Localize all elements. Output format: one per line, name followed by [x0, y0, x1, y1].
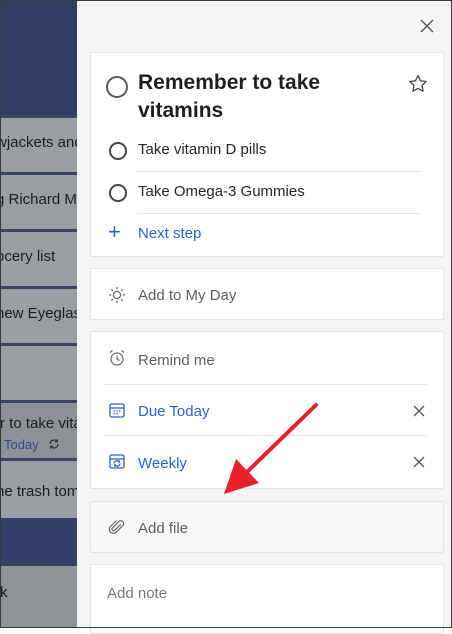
task-card: Remember to take vitamins Take vitamin D… — [90, 52, 444, 257]
remove-due-date-icon[interactable] — [409, 401, 429, 421]
list-item[interactable]: he trash tom — [0, 458, 77, 518]
list-item[interactable]: g Richard M — [0, 172, 77, 229]
step-checkbox[interactable] — [109, 142, 127, 160]
due-date-label: Due Today — [138, 403, 210, 420]
list-item-text: k — [0, 584, 8, 601]
remove-repeat-icon[interactable] — [409, 452, 429, 472]
next-step-button[interactable]: + Next step — [107, 221, 307, 247]
schedule-card: Remind me Due Today Weekly — [90, 331, 444, 489]
step-label[interactable]: Take Omega-3 Gummies — [138, 183, 305, 200]
alarm-clock-icon — [107, 348, 127, 368]
list-item[interactable] — [0, 343, 77, 400]
repeat-button[interactable]: Weekly — [91, 436, 391, 488]
list-item-text: new Eyeglass — [0, 305, 77, 322]
add-file-label: Add file — [138, 520, 189, 537]
list-item-text: ocery list — [0, 248, 56, 265]
star-icon[interactable] — [407, 73, 429, 95]
task-detail-pane: Remember to take vitamins Take vitamin D… — [77, 0, 452, 634]
list-item-due: Today — [4, 437, 60, 452]
complete-task-checkbox[interactable] — [106, 76, 128, 98]
list-item-text: he trash tom — [0, 483, 77, 500]
remind-me-label: Remind me — [138, 352, 215, 369]
due-text: Today — [4, 437, 39, 452]
note-placeholder: Add note — [107, 585, 168, 602]
step-label[interactable]: Take vitamin D pills — [138, 141, 266, 158]
add-to-my-day-label: Add to My Day — [138, 287, 237, 304]
list-item[interactable]: ocery list — [0, 229, 77, 286]
step-divider — [137, 213, 421, 214]
plus-icon: + — [108, 219, 121, 244]
step-checkbox[interactable] — [109, 184, 127, 202]
list-item[interactable]: wjackets and — [0, 115, 77, 172]
list-item-text: wjackets and — [0, 134, 77, 151]
remind-me-button[interactable]: Remind me — [91, 332, 443, 384]
task-title[interactable]: Remember to take vitamins — [138, 69, 388, 125]
step-item[interactable]: Take vitamin D pills — [107, 130, 421, 172]
close-icon[interactable] — [415, 14, 439, 38]
due-date-button[interactable]: Due Today — [91, 385, 391, 435]
calendar-icon — [107, 400, 127, 420]
task-list-pane: wjackets and g Richard M ocery list new … — [0, 0, 77, 628]
list-item-text: g Richard M — [0, 191, 77, 208]
repeat-icon — [107, 451, 127, 471]
list-item[interactable]: k — [0, 566, 77, 628]
add-file-button[interactable]: Add file — [90, 501, 444, 553]
list-item[interactable]: new Eyeglass — [0, 286, 77, 343]
recurring-icon — [48, 437, 60, 452]
paperclip-icon — [107, 517, 127, 537]
list-header — [0, 0, 77, 115]
add-to-my-day-button[interactable]: Add to My Day — [90, 268, 444, 320]
step-item[interactable]: Take Omega-3 Gummies — [107, 172, 421, 214]
list-section-divider — [0, 518, 77, 566]
list-item-selected[interactable]: r to take vita Today — [0, 400, 77, 458]
note-field[interactable]: Add note — [90, 564, 444, 634]
list-item-text: r to take vita — [0, 415, 77, 432]
next-step-label: Next step — [138, 225, 202, 242]
repeat-label: Weekly — [138, 455, 187, 472]
sun-icon — [107, 285, 127, 305]
